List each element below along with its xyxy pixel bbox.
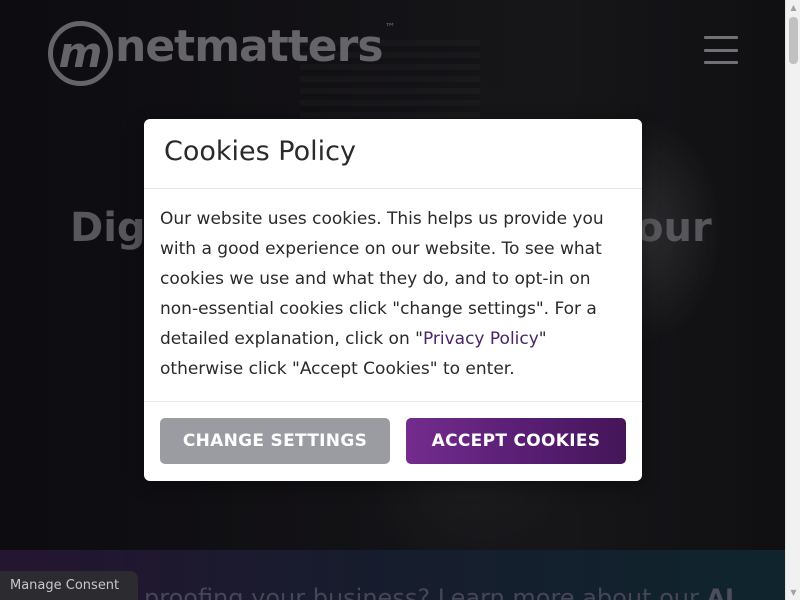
dialog-footer: CHANGE SETTINGS ACCEPT COOKIES <box>144 402 642 480</box>
privacy-policy-link[interactable]: Privacy Policy <box>423 329 539 349</box>
dialog-title: Cookies Policy <box>164 136 356 167</box>
cookie-policy-dialog: Cookies Policy Our website uses cookies.… <box>144 119 642 481</box>
scroll-down-arrow-icon[interactable]: ▼ <box>786 585 800 600</box>
scrollbar-thumb[interactable] <box>789 17 798 64</box>
dialog-header: Cookies Policy <box>144 119 642 189</box>
vertical-scrollbar[interactable]: ▲ ▼ <box>785 0 800 600</box>
dialog-text-part1: Our website uses cookies. This helps us … <box>160 209 604 349</box>
scroll-up-arrow-icon[interactable]: ▲ <box>786 0 800 15</box>
manage-consent-tab[interactable]: Manage Consent <box>0 571 138 600</box>
dialog-body: Our website uses cookies. This helps us … <box>144 189 642 402</box>
change-settings-button[interactable]: CHANGE SETTINGS <box>160 418 390 464</box>
accept-cookies-button[interactable]: ACCEPT COOKIES <box>406 418 626 464</box>
